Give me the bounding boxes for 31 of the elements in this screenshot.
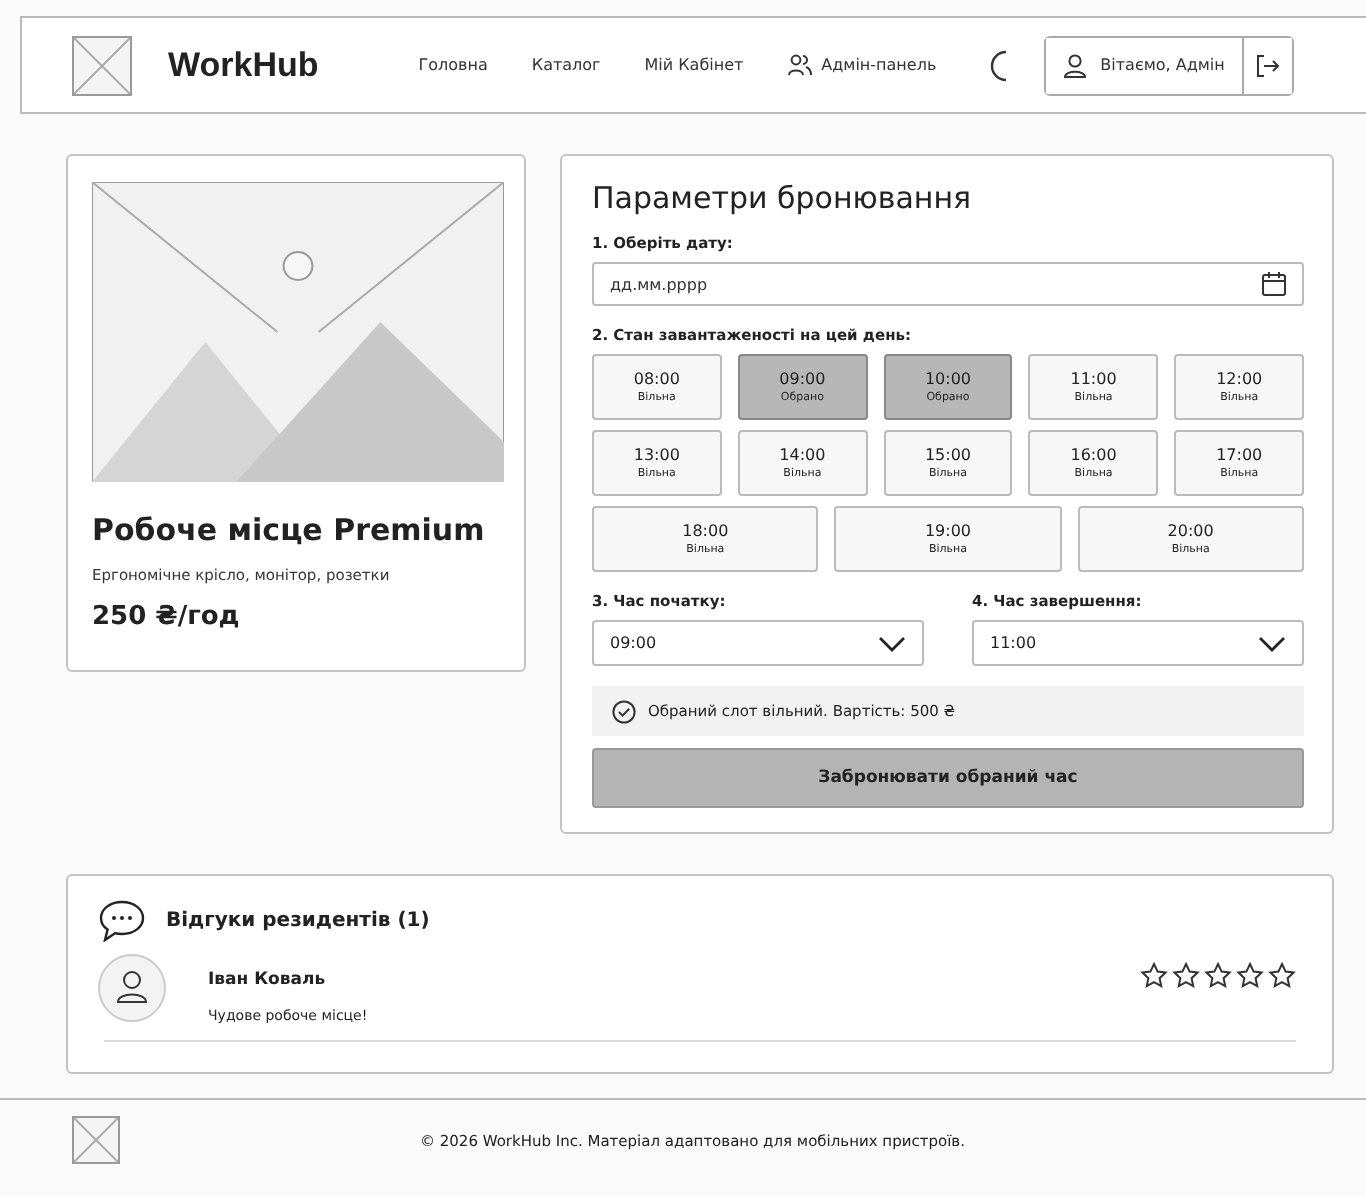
chevron-down-icon (878, 635, 906, 651)
avatar-icon (98, 954, 166, 1022)
user-button[interactable]: Вітаємо, Адмін (1046, 37, 1245, 93)
workspace-title: Робоче місце Premium (92, 512, 487, 548)
logo-icon (72, 35, 132, 95)
check-circle-icon (612, 699, 636, 723)
calendar-icon (1262, 272, 1286, 296)
review-author: Іван Коваль (208, 970, 328, 990)
user-icon (1064, 53, 1087, 77)
nav-link[interactable]: Мій Кабінет (644, 54, 744, 76)
nav-link[interactable]: Каталог (531, 54, 601, 76)
date-field[interactable]: дд.мм.рррр (592, 262, 1304, 306)
workspace-price: 250 ₴/год (92, 602, 242, 632)
star-icon (1172, 962, 1200, 990)
logo-icon (72, 1116, 120, 1164)
star-icon (1204, 962, 1232, 990)
end-time-select[interactable]: 11:00 (972, 620, 1304, 666)
star-icon (1236, 962, 1264, 990)
nav-link[interactable]: Адмін-панель (787, 54, 937, 76)
users-icon (787, 54, 812, 76)
nav-link[interactable]: Головна (418, 54, 488, 76)
star-icon (1140, 962, 1168, 990)
start-time-select[interactable]: 09:00 (592, 620, 924, 666)
chevron-down-icon (1258, 635, 1286, 651)
reviews-title: Відгуки резидентів (1) (166, 910, 430, 932)
booking-title: Параметри бронювання (592, 180, 974, 216)
star-icon (1268, 962, 1296, 990)
submit-button[interactable]: Забронювати обраний час (592, 748, 1304, 808)
logout-icon (1256, 53, 1281, 77)
brand-name[interactable]: WorkHub (168, 45, 319, 85)
chat-bubble-icon (98, 900, 146, 942)
